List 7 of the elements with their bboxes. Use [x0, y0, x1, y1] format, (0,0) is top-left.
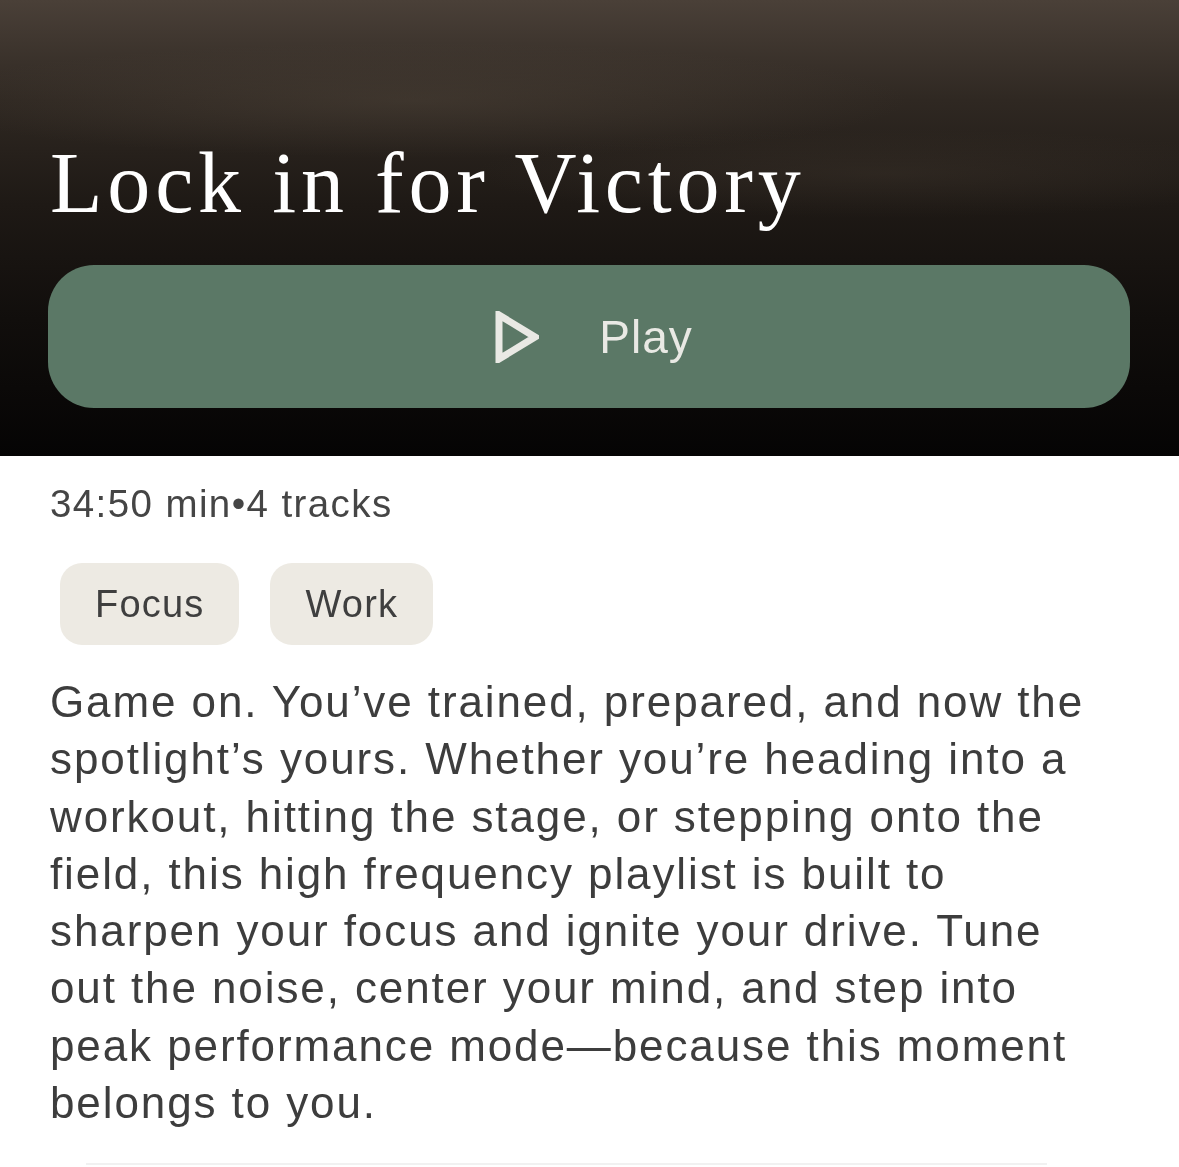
tag-chip[interactable]: Work [270, 563, 434, 645]
tag-chip[interactable]: Focus [60, 563, 240, 645]
play-button[interactable]: Play [48, 265, 1130, 408]
play-icon [495, 310, 540, 363]
playlist-description: Game on. You’ve trained, prepared, and now the spotlight’s yours. Whether you’re heading into a workout, hitting the stage, or stepping onto the field, this high frequency playlist is built to sharpen your focus and ignite your drive. Tune out the noise, center your mind, and step into peak performance mode—because this moment belongs to you. [50, 676, 1086, 1130]
playlist-meta: 34:50 min•4 tracks [50, 482, 393, 526]
playlist-title: Lock in for Victory [50, 134, 806, 233]
